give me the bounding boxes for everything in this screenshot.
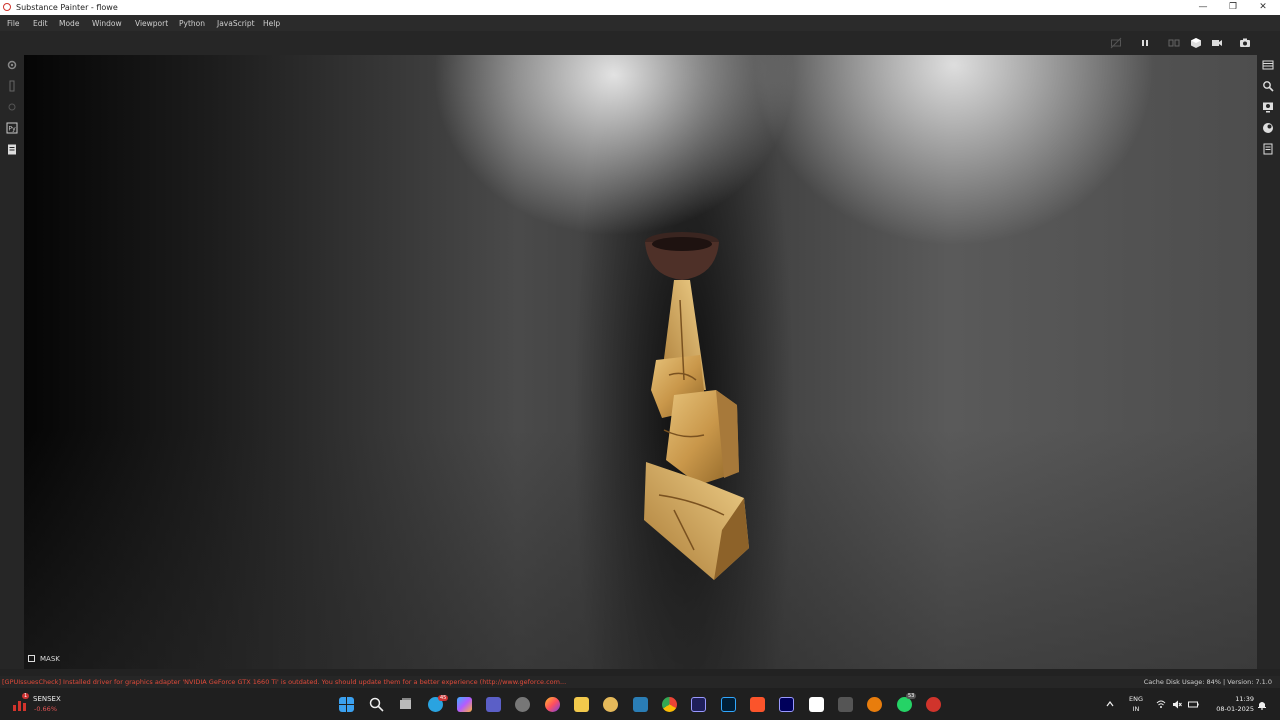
pause-icon[interactable] xyxy=(1139,37,1151,49)
wifi-icon[interactable] xyxy=(1156,700,1166,709)
menu-file[interactable]: File xyxy=(7,19,20,28)
bake-icon[interactable] xyxy=(6,101,18,113)
chevron-up-icon[interactable] xyxy=(1106,700,1114,708)
teams-icon[interactable] xyxy=(486,697,501,712)
maximize-button[interactable]: ❐ xyxy=(1218,0,1248,15)
shelf-icon[interactable] xyxy=(1262,143,1274,155)
blender-icon[interactable] xyxy=(867,697,882,712)
telegram-badge: 45 xyxy=(438,695,449,701)
menu-help[interactable]: Help xyxy=(263,19,280,28)
cube-view-icon[interactable] xyxy=(1190,37,1202,49)
brave-icon[interactable] xyxy=(750,697,765,712)
menu-viewport[interactable]: Viewport xyxy=(135,19,168,28)
photoshop-icon[interactable] xyxy=(721,697,736,712)
material-icon[interactable] xyxy=(1262,122,1274,134)
menu-window[interactable]: Window xyxy=(92,19,122,28)
stock-change: -0.66% xyxy=(34,705,57,713)
volume-muted-icon[interactable] xyxy=(1172,700,1182,709)
left-tool-strip: Py xyxy=(0,55,24,669)
screenshot-icon[interactable] xyxy=(1239,37,1251,49)
menu-python[interactable]: Python xyxy=(179,19,205,28)
mask-checkbox[interactable] xyxy=(28,655,35,662)
camera-icon[interactable] xyxy=(1211,37,1223,49)
menu-mode[interactable]: Mode xyxy=(59,19,79,28)
stock-name[interactable]: SENSEX xyxy=(33,695,61,703)
status-bar: [GPUIssuesCheck] Installed driver for gr… xyxy=(0,676,1280,688)
mask-label: MASK xyxy=(40,655,60,663)
language-code[interactable]: ENG xyxy=(1128,695,1144,703)
menu-bar: File Edit Mode Window Viewport Python Ja… xyxy=(0,15,1280,31)
capcut-icon[interactable] xyxy=(809,697,824,712)
notification-bell-icon[interactable] xyxy=(1257,700,1267,710)
unity-icon[interactable] xyxy=(838,697,853,712)
title-bar: Substance Painter - flowe — ❐ ✕ xyxy=(0,0,1280,15)
python-icon[interactable]: Py xyxy=(6,122,18,134)
whatsapp-icon[interactable] xyxy=(897,697,912,712)
battery-icon[interactable] xyxy=(1188,700,1199,709)
premiere-icon[interactable] xyxy=(779,697,794,712)
whatsapp-badge: 53 xyxy=(906,693,917,699)
language-region[interactable]: IN xyxy=(1128,705,1144,713)
menu-edit[interactable]: Edit xyxy=(33,19,48,28)
task-view-icon[interactable] xyxy=(398,697,413,712)
file-explorer-icon[interactable] xyxy=(574,697,589,712)
chrome-icon[interactable] xyxy=(662,697,677,712)
no-camera-icon[interactable] xyxy=(1110,37,1122,49)
display-icon[interactable] xyxy=(1262,101,1274,113)
substance-painter-taskbar-icon[interactable] xyxy=(926,697,941,712)
minimize-button[interactable]: — xyxy=(1188,0,1218,15)
viewport-toolbar xyxy=(0,31,1280,55)
search-icon[interactable] xyxy=(369,697,384,712)
after-effects-icon[interactable] xyxy=(691,697,706,712)
svg-text:Py: Py xyxy=(9,126,17,133)
brush-icon[interactable] xyxy=(6,80,18,92)
3d-viewport[interactable]: MASK xyxy=(24,55,1257,669)
search-icon[interactable] xyxy=(1262,80,1274,92)
mask-toggle[interactable]: MASK xyxy=(28,655,60,663)
firefox-icon[interactable] xyxy=(545,697,560,712)
copilot-icon[interactable] xyxy=(457,697,472,712)
clock-time[interactable]: 11:39 xyxy=(1208,695,1254,703)
stock-badge: 1 xyxy=(22,693,30,699)
right-tool-strip xyxy=(1257,55,1280,669)
clipboard-icon[interactable] xyxy=(6,143,18,155)
windows-taskbar: 1 SENSEX -0.66% 45 53 ENG IN 11:39 08-01… xyxy=(0,688,1280,720)
menu-javascript[interactable]: JavaScript xyxy=(217,19,255,28)
window-title: Substance Painter - flowe xyxy=(16,3,118,12)
cache-disk-usage: Cache Disk Usage: 84% | Version: 7.1.0 xyxy=(1143,678,1272,686)
candle-holder-model[interactable] xyxy=(604,230,764,590)
split-view-icon[interactable] xyxy=(1168,37,1180,49)
gpu-warning-message[interactable]: [GPUIssuesCheck] Installed driver for gr… xyxy=(2,678,566,686)
windows-start-icon[interactable] xyxy=(339,697,354,712)
close-button[interactable]: ✕ xyxy=(1248,0,1278,15)
settings-gear-icon[interactable] xyxy=(515,697,530,712)
mirror-app-icon[interactable] xyxy=(633,697,648,712)
layers-icon[interactable] xyxy=(1262,59,1274,71)
app-icon-ball[interactable] xyxy=(603,697,618,712)
substance-painter-icon xyxy=(3,3,11,11)
settings-icon[interactable] xyxy=(6,59,18,71)
clock-date[interactable]: 08-01-2025 xyxy=(1208,705,1254,713)
